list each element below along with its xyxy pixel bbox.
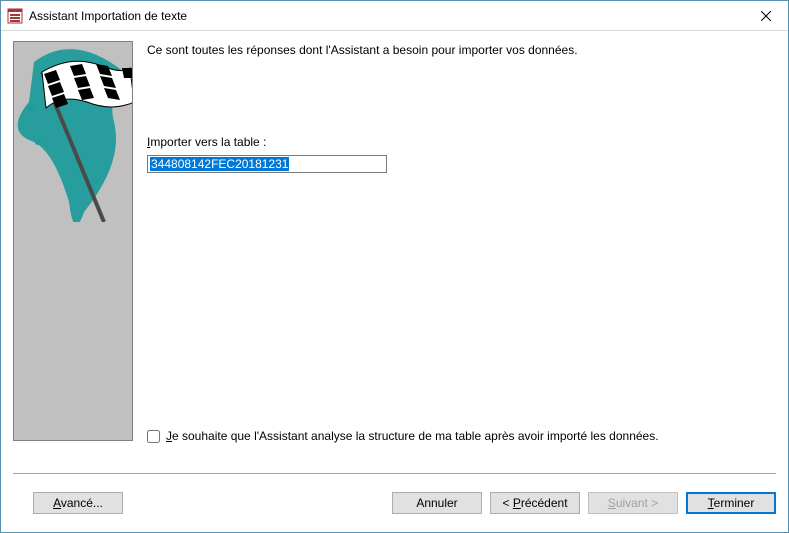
wizard-body: Ce sont toutes les réponses dont l'Assis… (1, 31, 788, 473)
intro-text: Ce sont toutes les réponses dont l'Assis… (147, 43, 776, 57)
wizard-content: Ce sont toutes les réponses dont l'Assis… (147, 41, 776, 473)
app-icon (7, 8, 23, 24)
wizard-footer: Avancé... Annuler < Précédent Suivant > … (1, 474, 788, 532)
advanced-button[interactable]: Avancé... (33, 492, 123, 514)
window-title: Assistant Importation de texte (29, 9, 743, 23)
wizard-window: Assistant Importation de texte (0, 0, 789, 533)
table-name-input[interactable]: 344808142FEC20181231 (147, 155, 387, 173)
close-icon (761, 11, 771, 21)
wizard-side-image (13, 41, 133, 441)
cancel-button[interactable]: Annuler (392, 492, 482, 514)
analyze-checkbox[interactable] (147, 430, 160, 443)
analyze-checkbox-label: Je souhaite que l'Assistant analyse la s… (166, 429, 659, 443)
next-button: Suivant > (588, 492, 678, 514)
titlebar: Assistant Importation de texte (1, 1, 788, 31)
table-name-label: Importer vers la table : (147, 135, 776, 149)
previous-button[interactable]: < Précédent (490, 492, 580, 514)
close-button[interactable] (743, 1, 788, 30)
analyze-checkbox-row[interactable]: Je souhaite que l'Assistant analyse la s… (147, 429, 776, 443)
checkered-flag-icon (14, 42, 133, 222)
finish-button[interactable]: Terminer (686, 492, 776, 514)
